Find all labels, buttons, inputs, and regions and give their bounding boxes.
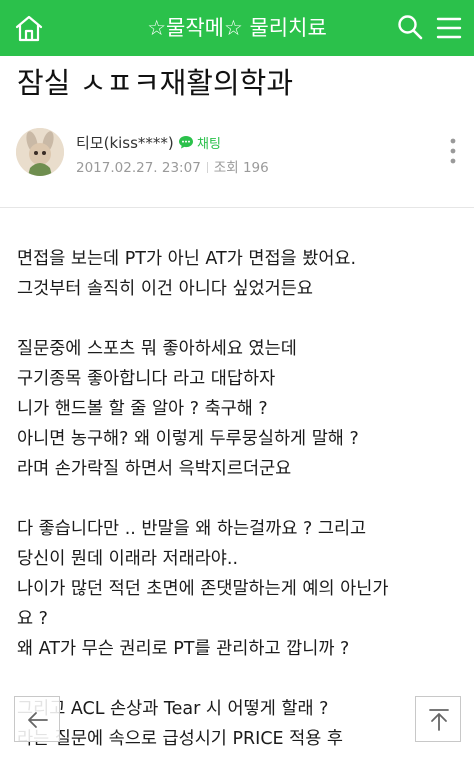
avatar[interactable] bbox=[16, 128, 64, 176]
body-line: 라는 질문에 속으로 급성시기 PRICE 적용 후 bbox=[17, 729, 344, 749]
scroll-top-button[interactable] bbox=[415, 696, 461, 742]
chat-icon[interactable] bbox=[178, 134, 194, 150]
body-line: 구기종목 좋아합니다 라고 대답하자 bbox=[17, 369, 276, 389]
body-line: 요 ? bbox=[17, 609, 48, 629]
post-date: 2017.02.27. 23:07 bbox=[76, 160, 201, 176]
back-arrow-icon bbox=[28, 712, 48, 728]
meta-divider bbox=[206, 162, 208, 173]
more-options-icon[interactable] bbox=[448, 136, 458, 166]
top-bar: ☆물작메☆ 물리치료 bbox=[0, 0, 474, 56]
body-line: 아니면 농구해? 왜 이렇게 두루뭉실하게 말해 ? bbox=[17, 429, 359, 449]
views-label: 조회 bbox=[213, 160, 239, 176]
body-line: 질문중에 스포츠 뭐 좋아하세요 였는데 bbox=[17, 339, 297, 359]
body-line: 그리고 ACL 손상과 Tear 시 어떻게 할래 ? bbox=[17, 699, 329, 719]
post-title: 잠실 ㅅㅍㅋ재활의학과 bbox=[17, 66, 294, 100]
body-line: 라며 손가락질 하면서 윽박지르더군요 bbox=[17, 459, 292, 479]
chat-button[interactable]: 채팅 bbox=[197, 133, 221, 152]
body-line: 그것부터 솔직히 이건 아니다 싶었거든요 bbox=[17, 279, 313, 299]
body-line: 다 좋습니다만 .. 반말을 왜 하는걸까요 ? 그리고 bbox=[17, 519, 367, 539]
author-name[interactable]: 티모(kiss****) bbox=[76, 132, 174, 153]
body-line: 나이가 많던 적던 초면에 존댓말하는게 예의 아닌가 bbox=[17, 579, 389, 599]
home-icon[interactable] bbox=[14, 13, 44, 43]
hamburger-menu-icon[interactable] bbox=[436, 15, 462, 41]
post-body: 면접을 보는데 PT가 아닌 AT가 면접을 봤어요. 그것부터 솔직히 이건 … bbox=[17, 244, 462, 754]
views-count: 196 bbox=[242, 160, 269, 176]
scroll-top-icon bbox=[429, 709, 449, 731]
post-meta: 2017.02.27. 23:07 조회 196 bbox=[76, 156, 269, 176]
body-line: 니가 핸드볼 할 줄 알아 ? 축구해 ? bbox=[17, 399, 268, 419]
header-divider bbox=[0, 207, 474, 208]
body-line: 왜 AT가 무슨 권리로 PT를 관리하고 깝니까 ? bbox=[17, 639, 350, 659]
body-line: 면접을 보는데 PT가 아닌 AT가 면접을 봤어요. bbox=[17, 249, 357, 269]
search-icon[interactable] bbox=[396, 13, 424, 41]
back-button[interactable] bbox=[14, 696, 60, 742]
author-info: 티모(kiss****) 채팅 2017.02.27. 23:07 조회 196 bbox=[16, 128, 458, 184]
cafe-title[interactable]: ☆물작메☆ 물리치료 bbox=[80, 14, 394, 42]
body-line: 당신이 뭔데 이래라 저래라야.. bbox=[17, 549, 239, 569]
